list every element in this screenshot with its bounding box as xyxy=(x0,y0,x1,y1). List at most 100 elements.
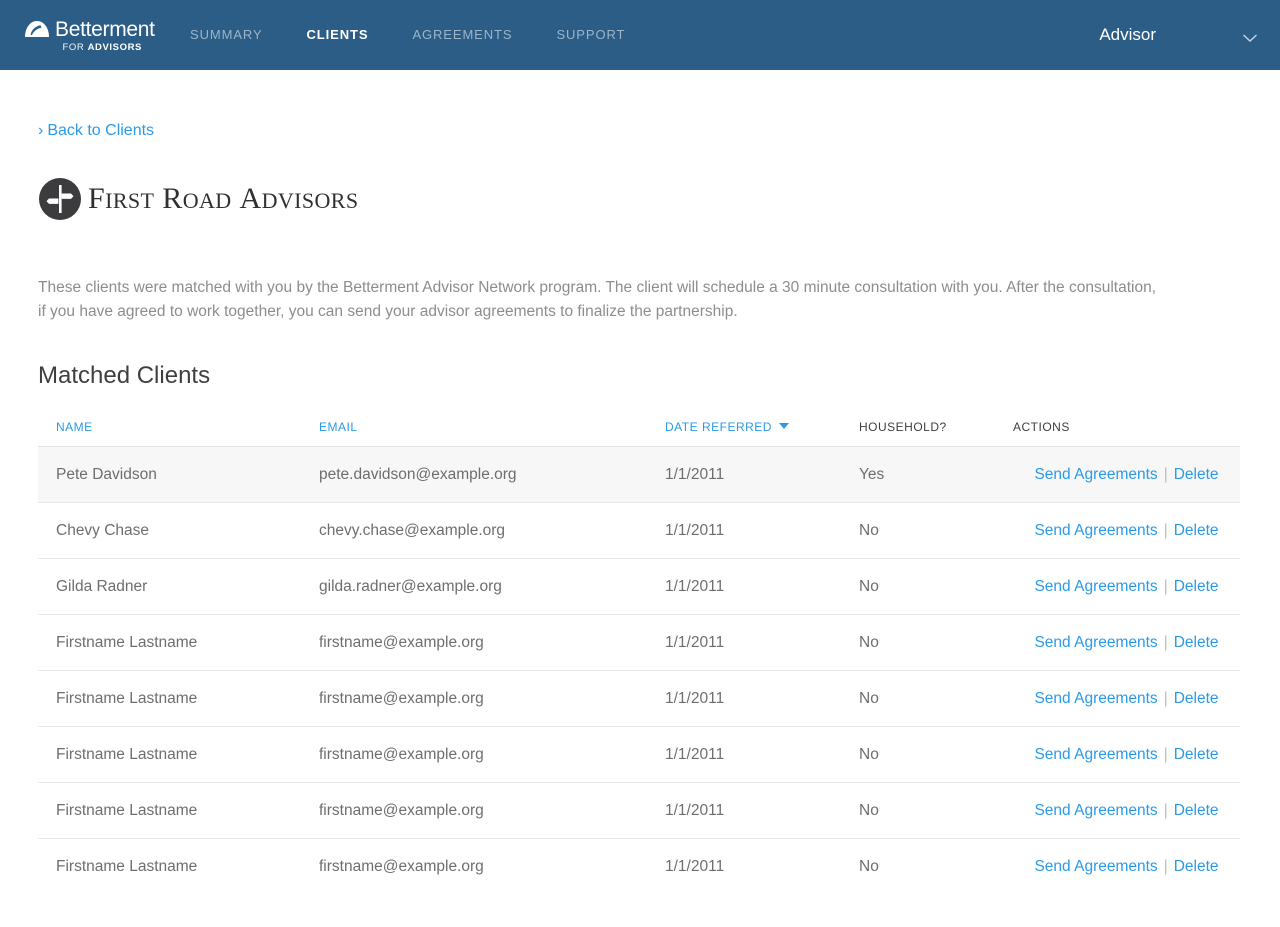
cell-actions: Send Agreements|Delete xyxy=(1013,839,1240,895)
signpost-circle-icon xyxy=(38,177,82,221)
brand-wordmark: Betterment xyxy=(55,19,155,40)
sort-descending-icon[interactable] xyxy=(779,423,789,429)
cell-date: 1/1/2011 xyxy=(665,671,859,727)
matched-clients-table: NAME EMAIL DATE REFERRED HOUSEHOLD? ACTI… xyxy=(38,420,1240,895)
table-row[interactable]: Firstname Lastname firstname@example.org… xyxy=(38,727,1240,783)
delete-link[interactable]: Delete xyxy=(1174,466,1219,483)
table-header: NAME EMAIL DATE REFERRED HOUSEHOLD? ACTI… xyxy=(38,420,1240,447)
table-body: Pete Davidson pete.davidson@example.org … xyxy=(38,447,1240,895)
advisor-firm-name: FIRST ROAD ADVISORS xyxy=(88,182,359,216)
cell-email: chevy.chase@example.org xyxy=(319,503,665,559)
betterment-dome-icon xyxy=(24,20,50,38)
brand-top-row: Betterment xyxy=(24,17,142,41)
cell-name: Chevy Chase xyxy=(38,503,319,559)
cell-name: Firstname Lastname xyxy=(38,671,319,727)
cell-email: pete.davidson@example.org xyxy=(319,447,665,503)
table-row[interactable]: Firstname Lastname firstname@example.org… xyxy=(38,671,1240,727)
chevron-down-icon[interactable] xyxy=(1242,30,1258,40)
brand-subtitle: FOR ADVISORS xyxy=(24,42,142,53)
cell-actions: Send Agreements | Delete xyxy=(1013,783,1240,839)
delete-link[interactable]: Delete xyxy=(1174,690,1219,707)
firm-name-irst: IRST xyxy=(105,188,154,213)
betterment-for-advisors-logo[interactable]: Betterment FOR ADVISORS xyxy=(24,17,142,53)
cell-name: Gilda Radner xyxy=(38,559,319,615)
cell-email: firstname@example.org xyxy=(319,615,665,671)
cell-date: 1/1/2011 xyxy=(665,503,859,559)
column-header-email[interactable]: EMAIL xyxy=(319,420,665,447)
table-row[interactable]: Gilda Radner gilda.radner@example.org 1/… xyxy=(38,559,1240,615)
delete-link[interactable]: Delete xyxy=(1174,634,1219,651)
nav-item-clients[interactable]: CLIENTS xyxy=(307,0,369,70)
send-agreements-link[interactable]: Send Agreements xyxy=(1034,522,1157,539)
cell-household: No xyxy=(859,559,1013,615)
cell-date: 1/1/2011 xyxy=(665,839,859,895)
firm-name-oad: OAD xyxy=(183,188,232,213)
cell-household: No xyxy=(859,671,1013,727)
table-row[interactable]: Pete Davidson pete.davidson@example.org … xyxy=(38,447,1240,503)
send-agreements-link[interactable]: Send Agreements xyxy=(1034,802,1157,819)
column-header-date-referred-label: DATE REFERRED xyxy=(665,420,772,434)
cell-date: 1/1/2011 xyxy=(665,783,859,839)
cell-name: Firstname Lastname xyxy=(38,839,319,895)
cell-household: No xyxy=(859,783,1013,839)
cell-actions: Send Agreements|Delete xyxy=(1013,615,1240,671)
cell-email: gilda.radner@example.org xyxy=(319,559,665,615)
nav-item-summary[interactable]: SUMMARY xyxy=(190,0,263,70)
action-separator: | xyxy=(1164,690,1168,707)
table-header-row: NAME EMAIL DATE REFERRED HOUSEHOLD? ACTI… xyxy=(38,420,1240,447)
delete-link[interactable]: Delete xyxy=(1174,858,1219,875)
cell-actions: Send Agreements | Delete xyxy=(1013,727,1240,783)
cell-email: firstname@example.org xyxy=(319,783,665,839)
top-navigation-bar: Betterment FOR ADVISORS SUMMARY CLIENTS … xyxy=(0,0,1280,70)
firm-name-f: F xyxy=(88,182,105,215)
action-separator: | xyxy=(1164,746,1168,763)
send-agreements-link[interactable]: Send Agreements xyxy=(1034,746,1157,763)
back-to-clients-link[interactable]: ›Back to Clients xyxy=(38,121,1242,141)
action-separator: | xyxy=(1164,522,1168,539)
send-agreements-link[interactable]: Send Agreements xyxy=(1034,578,1157,595)
send-agreements-link[interactable]: Send Agreements xyxy=(1034,466,1157,483)
page-title: Matched Clients xyxy=(38,362,1242,390)
firm-name-dvisors: DVISORS xyxy=(262,188,359,213)
account-menu[interactable]: Advisor xyxy=(1099,0,1258,70)
column-header-date-referred[interactable]: DATE REFERRED xyxy=(665,420,859,447)
cell-email: firstname@example.org xyxy=(319,727,665,783)
cell-date: 1/1/2011 xyxy=(665,727,859,783)
cell-actions: Send Agreements | Delete xyxy=(1013,559,1240,615)
cell-email: firstname@example.org xyxy=(319,671,665,727)
cell-date: 1/1/2011 xyxy=(665,559,859,615)
brand-subtitle-advisors: ADVISORS xyxy=(88,42,142,53)
page-content: ›Back to Clients FIRST ROAD ADVISORS The… xyxy=(0,121,1280,895)
delete-link[interactable]: Delete xyxy=(1174,802,1219,819)
delete-link[interactable]: Delete xyxy=(1174,522,1219,539)
table-row[interactable]: Firstname Lastname firstname@example.org… xyxy=(38,783,1240,839)
nav-item-support[interactable]: SUPPORT xyxy=(556,0,625,70)
cell-name: Firstname Lastname xyxy=(38,615,319,671)
nav-item-agreements[interactable]: AGREEMENTS xyxy=(412,0,512,70)
cell-name: Pete Davidson xyxy=(38,447,319,503)
column-header-name[interactable]: NAME xyxy=(38,420,319,447)
table-row[interactable]: Firstname Lastname firstname@example.org… xyxy=(38,839,1240,895)
intro-paragraph: These clients were matched with you by t… xyxy=(38,276,1168,324)
brand-subtitle-for: FOR xyxy=(62,42,87,53)
advisor-firm-logo: FIRST ROAD ADVISORS xyxy=(38,176,1242,222)
delete-link[interactable]: Delete xyxy=(1174,746,1219,763)
send-agreements-link[interactable]: Send Agreements xyxy=(1034,634,1157,651)
cell-actions: Send Agreements|Delete xyxy=(1013,447,1240,503)
send-agreements-link[interactable]: Send Agreements xyxy=(1034,858,1157,875)
table-row[interactable]: Chevy Chase chevy.chase@example.org 1/1/… xyxy=(38,503,1240,559)
account-name-label: Advisor xyxy=(1099,25,1156,45)
cell-date: 1/1/2011 xyxy=(665,447,859,503)
delete-link[interactable]: Delete xyxy=(1174,578,1219,595)
primary-nav-links: SUMMARY CLIENTS AGREEMENTS SUPPORT xyxy=(190,0,669,70)
action-separator: | xyxy=(1164,578,1168,595)
table-row[interactable]: Firstname Lastname firstname@example.org… xyxy=(38,615,1240,671)
action-separator: | xyxy=(1164,802,1168,819)
cell-actions: Send Agreements | Delete xyxy=(1013,503,1240,559)
breadcrumb-caret-icon: › xyxy=(38,122,43,139)
firm-name-a: A xyxy=(239,182,261,215)
cell-name: Firstname Lastname xyxy=(38,783,319,839)
cell-email: firstname@example.org xyxy=(319,839,665,895)
send-agreements-link[interactable]: Send Agreements xyxy=(1034,690,1157,707)
cell-household: No xyxy=(859,727,1013,783)
